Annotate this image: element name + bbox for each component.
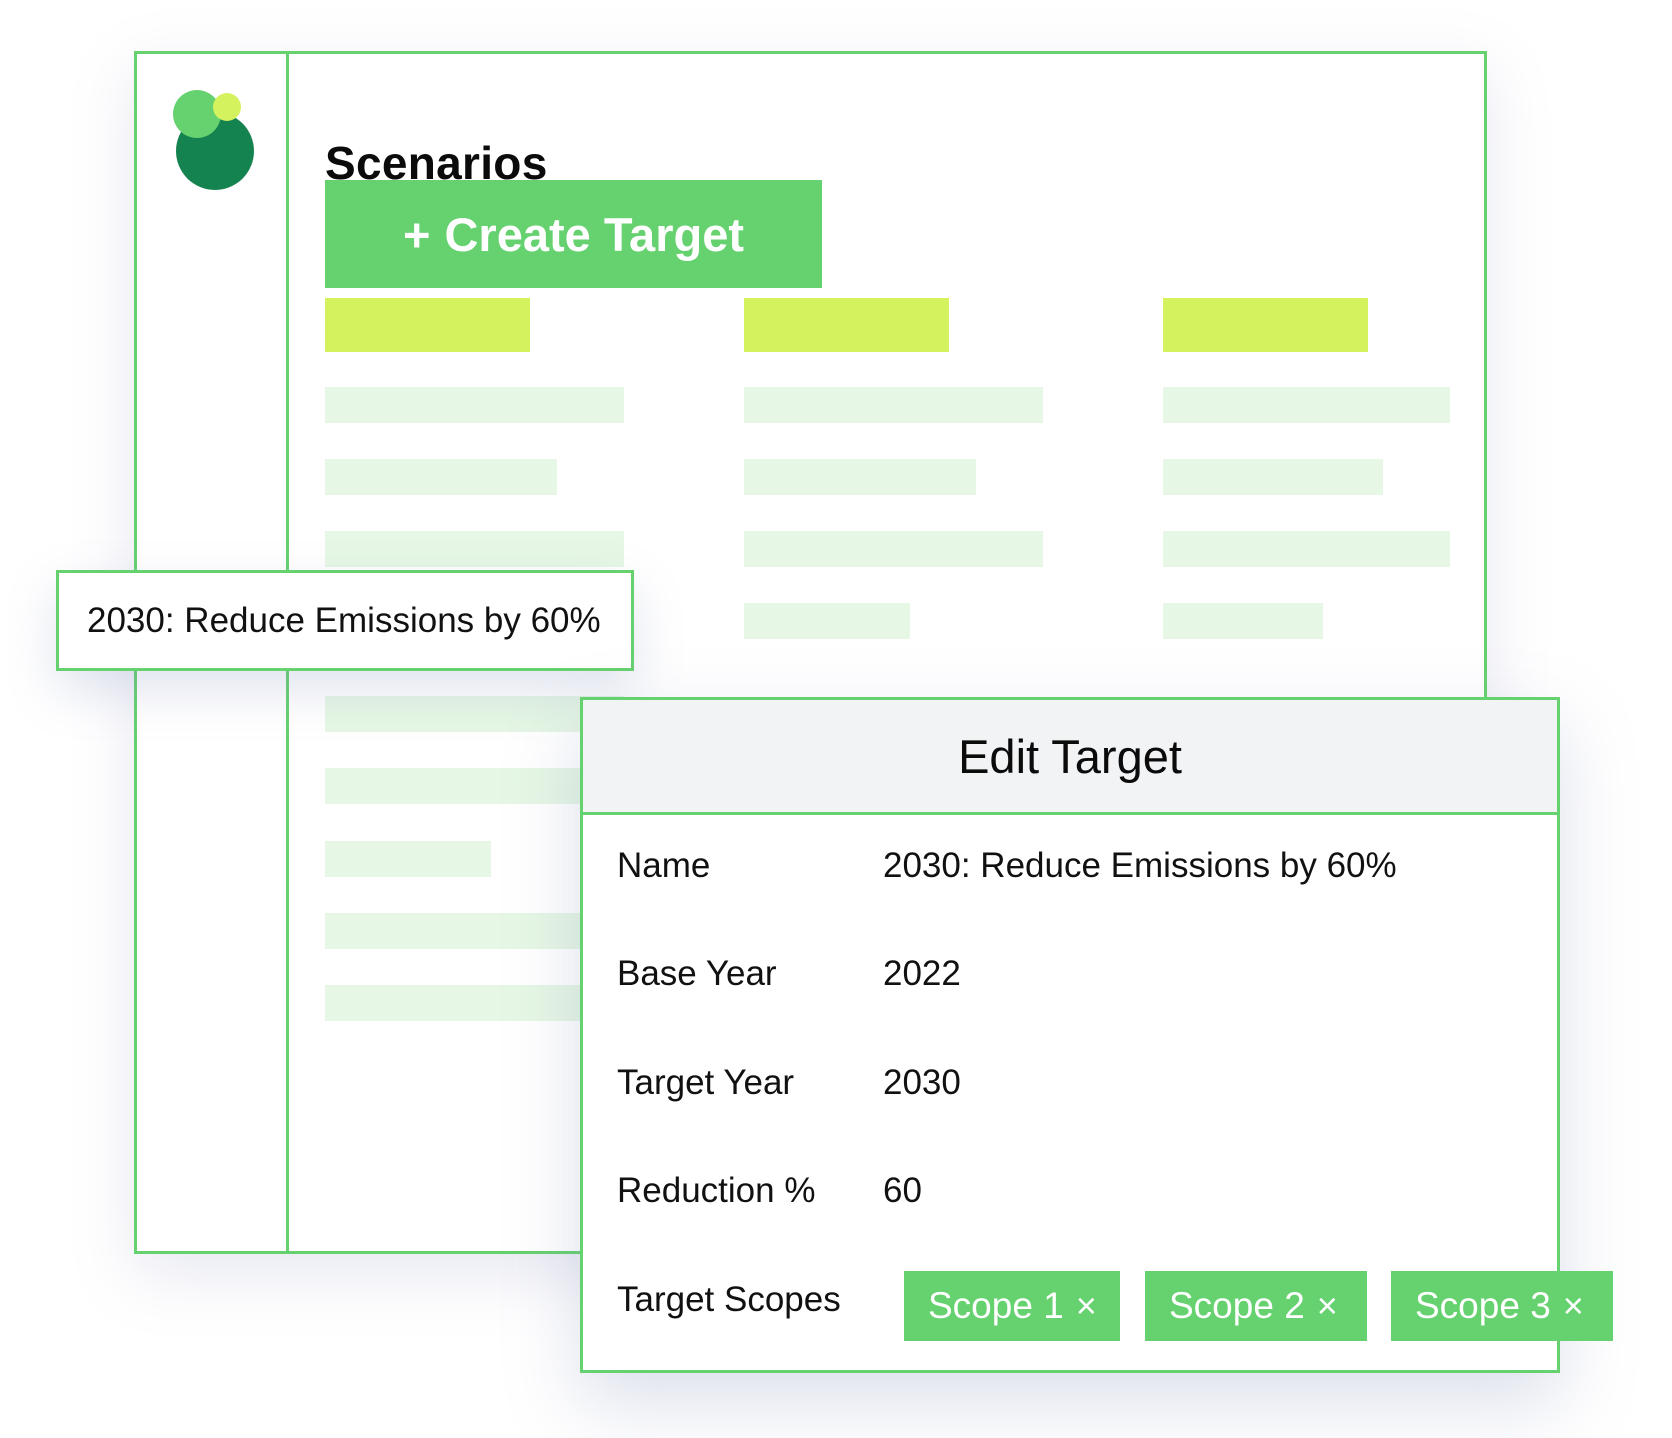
scope-chip[interactable]: Scope 1 × bbox=[904, 1271, 1120, 1341]
target-scopes-label: Target Scopes bbox=[617, 1280, 841, 1319]
scope-chip-label: Scope 2 bbox=[1169, 1285, 1305, 1326]
column-3-line-placeholder bbox=[1163, 459, 1383, 495]
column-3-line-placeholder bbox=[1163, 603, 1323, 639]
dialog-header: Edit Target bbox=[583, 700, 1557, 815]
logo-icon bbox=[173, 90, 257, 190]
reduction-field[interactable]: 60 bbox=[883, 1171, 922, 1211]
name-field[interactable]: 2030: Reduce Emissions by 60% bbox=[883, 846, 1397, 886]
scope-chip-label: Scope 1 bbox=[928, 1285, 1064, 1326]
create-target-label: Create Target bbox=[444, 207, 744, 261]
column-2-line-placeholder bbox=[744, 387, 1043, 423]
close-icon[interactable]: × bbox=[1563, 1288, 1584, 1324]
close-icon[interactable]: × bbox=[1317, 1288, 1338, 1324]
column-2-header-placeholder bbox=[744, 298, 949, 352]
target-year-field[interactable]: 2030 bbox=[883, 1063, 961, 1103]
logo-green-circle bbox=[173, 90, 221, 138]
column-1-line-placeholder bbox=[325, 531, 624, 567]
scope-chip[interactable]: Scope 2 × bbox=[1145, 1271, 1367, 1341]
logo-lime-circle bbox=[213, 93, 241, 121]
dialog-title: Edit Target bbox=[958, 729, 1182, 783]
edit-target-dialog: Edit Target Name 2030: Reduce Emissions … bbox=[580, 697, 1613, 1373]
column-1-line-placeholder bbox=[325, 387, 624, 423]
name-label: Name bbox=[617, 846, 711, 885]
column-2-line-placeholder bbox=[744, 603, 910, 639]
base-year-label: Base Year bbox=[617, 954, 777, 993]
column-1-line-placeholder bbox=[325, 459, 557, 495]
close-icon[interactable]: × bbox=[1076, 1288, 1097, 1324]
column-1-line-placeholder bbox=[325, 841, 491, 877]
target-name-card-text: 2030: Reduce Emissions by 60% bbox=[87, 600, 601, 640]
column-3-line-placeholder bbox=[1163, 531, 1450, 567]
column-3-header-placeholder bbox=[1163, 298, 1368, 352]
scope-chip[interactable]: Scope 3 × bbox=[1391, 1271, 1613, 1341]
column-1-header-placeholder bbox=[325, 298, 530, 352]
create-target-button[interactable]: + Create Target bbox=[325, 180, 822, 288]
base-year-field[interactable]: 2022 bbox=[883, 954, 961, 994]
target-year-label: Target Year bbox=[617, 1063, 795, 1102]
column-2-line-placeholder bbox=[744, 531, 1043, 567]
reduction-label: Reduction % bbox=[617, 1171, 816, 1210]
scope-chip-label: Scope 3 bbox=[1415, 1285, 1551, 1326]
column-3-line-placeholder bbox=[1163, 387, 1450, 423]
plus-icon: + bbox=[403, 207, 431, 261]
column-2-line-placeholder bbox=[744, 459, 976, 495]
target-name-card[interactable]: 2030: Reduce Emissions by 60% bbox=[56, 570, 634, 671]
